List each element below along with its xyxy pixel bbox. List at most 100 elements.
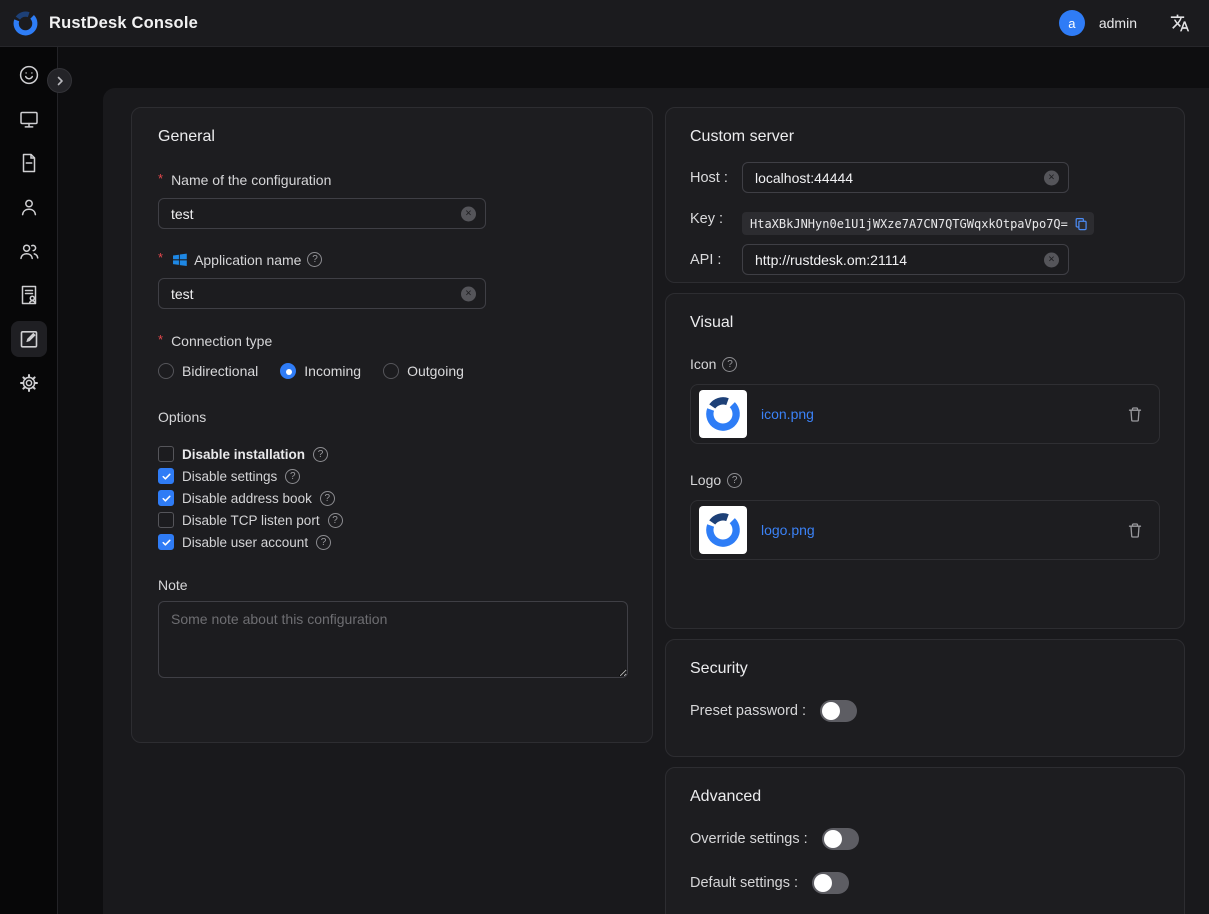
- logo-file-row: logo.png: [690, 500, 1160, 560]
- api-input[interactable]: http://rustdesk.om:21114 ×: [742, 244, 1069, 275]
- app-title: RustDesk Console: [49, 14, 198, 33]
- team-icon: [17, 239, 41, 263]
- checkbox-disable-settings[interactable]: Disable settings ?: [158, 465, 626, 487]
- app-name-input[interactable]: test ×: [158, 278, 486, 309]
- help-icon[interactable]: ?: [316, 535, 331, 550]
- sidebar-item-groups[interactable]: [11, 233, 47, 269]
- brand: RustDesk Console: [12, 10, 198, 37]
- custom-server-panel: Custom server Host : localhost:44444 × K…: [665, 107, 1185, 283]
- checkbox-disable-tcp-listen-port[interactable]: Disable TCP listen port ?: [158, 509, 626, 531]
- radio-button[interactable]: [158, 363, 174, 379]
- default-settings-toggle[interactable]: [812, 872, 849, 894]
- help-icon[interactable]: ?: [328, 513, 343, 528]
- clear-icon[interactable]: ×: [461, 286, 476, 301]
- user-icon: [17, 195, 41, 219]
- icon-label: Icon ?: [690, 356, 1160, 372]
- checkbox-disable-installation[interactable]: Disable installation ?: [158, 443, 626, 465]
- help-icon[interactable]: ?: [307, 252, 322, 267]
- logo-thumbnail: [699, 506, 747, 554]
- required-marker: *: [158, 250, 163, 265]
- general-panel: General * Name of the configuration test…: [131, 107, 653, 743]
- audit-icon: [17, 283, 41, 307]
- checkbox[interactable]: [158, 512, 174, 528]
- rustdesk-logo-icon: [12, 10, 39, 37]
- key-value: HtaXBkJNHyn0e1U1jWXze7A7CN7QTGWqxkOtpaVp…: [750, 217, 1068, 231]
- sidebar-item-dashboard[interactable]: [11, 57, 47, 93]
- host-value: localhost:44444: [755, 170, 853, 186]
- avatar[interactable]: a: [1059, 10, 1085, 36]
- advanced-panel: Advanced Override settings : Default set…: [665, 767, 1185, 914]
- checkbox[interactable]: [158, 446, 174, 462]
- override-settings-label: Override settings :: [690, 831, 808, 847]
- config-name-label: * Name of the configuration: [158, 172, 626, 188]
- checkbox[interactable]: [158, 534, 174, 550]
- icon-file-link[interactable]: icon.png: [761, 406, 814, 422]
- clear-icon[interactable]: ×: [1044, 252, 1059, 267]
- trash-icon[interactable]: [1127, 406, 1143, 423]
- smile-icon: [17, 63, 41, 87]
- override-settings-toggle[interactable]: [822, 828, 859, 850]
- api-value: http://rustdesk.om:21114: [755, 252, 907, 268]
- connection-type-label: * Connection type: [158, 333, 626, 349]
- advanced-title: Advanced: [690, 788, 1160, 806]
- sidebar-item-settings[interactable]: [11, 365, 47, 401]
- host-label: Host :: [690, 170, 742, 186]
- custom-server-title: Custom server: [690, 128, 1160, 146]
- sidebar-item-custom-clients[interactable]: [11, 321, 47, 357]
- icon-file-row: icon.png: [690, 384, 1160, 444]
- key-label: Key :: [690, 211, 742, 227]
- sidebar-item-users[interactable]: [11, 189, 47, 225]
- app-name-label: * Application name ?: [158, 251, 626, 268]
- host-input[interactable]: localhost:44444 ×: [742, 162, 1069, 193]
- required-marker: *: [158, 171, 163, 186]
- sidebar-item-audit[interactable]: [11, 277, 47, 313]
- override-settings-row: Override settings :: [690, 828, 1160, 850]
- checkbox[interactable]: [158, 490, 174, 506]
- windows-logo-icon: [171, 251, 188, 268]
- clear-icon[interactable]: ×: [461, 206, 476, 221]
- config-name-input[interactable]: test ×: [158, 198, 486, 229]
- default-settings-label: Default settings :: [690, 875, 798, 891]
- radio-button[interactable]: [383, 363, 399, 379]
- main-content: General * Name of the configuration test…: [103, 88, 1209, 914]
- help-icon[interactable]: ?: [722, 357, 737, 372]
- help-icon[interactable]: ?: [285, 469, 300, 484]
- chevron-right-icon: [54, 75, 66, 87]
- config-name-value: test: [171, 206, 194, 222]
- options-label: Options: [158, 409, 626, 425]
- radio-incoming[interactable]: Incoming: [280, 363, 361, 379]
- help-icon[interactable]: ?: [313, 447, 328, 462]
- default-settings-row: Default settings :: [690, 872, 1160, 894]
- app-name-value: test: [171, 286, 194, 302]
- sidebar-expand-button[interactable]: [47, 68, 72, 93]
- monitor-icon: [17, 107, 41, 131]
- sidebar-item-documents[interactable]: [11, 145, 47, 181]
- radio-bidirectional[interactable]: Bidirectional: [158, 363, 258, 379]
- api-label: API :: [690, 252, 742, 268]
- checkbox[interactable]: [158, 468, 174, 484]
- radio-button[interactable]: [280, 363, 296, 379]
- language-icon[interactable]: [1169, 12, 1191, 34]
- help-icon[interactable]: ?: [320, 491, 335, 506]
- radio-outgoing[interactable]: Outgoing: [383, 363, 464, 379]
- gear-icon: [17, 371, 41, 395]
- note-textarea[interactable]: [158, 601, 628, 678]
- help-icon[interactable]: ?: [727, 473, 742, 488]
- logo-file-link[interactable]: logo.png: [761, 522, 815, 538]
- security-title: Security: [690, 660, 1160, 678]
- preset-password-toggle[interactable]: [820, 700, 857, 722]
- sidebar-item-devices[interactable]: [11, 101, 47, 137]
- key-field: HtaXBkJNHyn0e1U1jWXze7A7CN7QTGWqxkOtpaVp…: [742, 212, 1094, 235]
- edit-icon: [17, 327, 41, 351]
- trash-icon[interactable]: [1127, 522, 1143, 539]
- sidebar: [0, 47, 58, 914]
- checkbox-disable-address-book[interactable]: Disable address book ?: [158, 487, 626, 509]
- top-bar: RustDesk Console a admin: [0, 0, 1209, 47]
- logo-label: Logo ?: [690, 472, 1160, 488]
- copy-icon[interactable]: [1074, 217, 1088, 231]
- username[interactable]: admin: [1099, 15, 1137, 31]
- checkbox-disable-user-account[interactable]: Disable user account ?: [158, 531, 626, 553]
- clear-icon[interactable]: ×: [1044, 170, 1059, 185]
- icon-thumbnail: [699, 390, 747, 438]
- options-list: Disable installation ? Disable settings …: [158, 443, 626, 553]
